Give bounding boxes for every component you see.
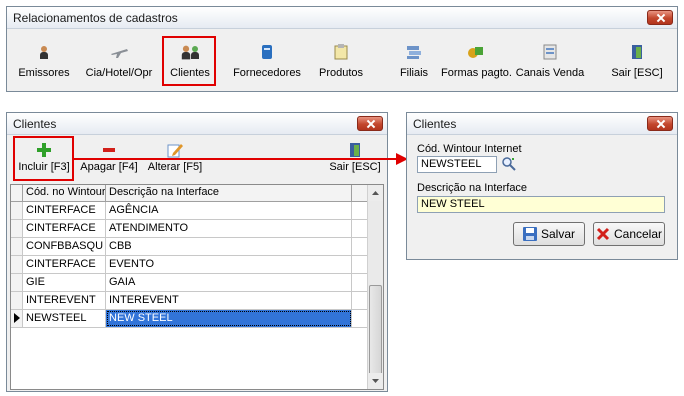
toolbar-formas-pagto[interactable]: Formas pagto.: [441, 37, 512, 87]
toolbar-fornecedores[interactable]: Fornecedores: [231, 37, 303, 87]
cell-code[interactable]: CINTERFACE: [23, 256, 106, 273]
relacionamentos-window: Relacionamentos de cadastros Emissores C…: [6, 6, 678, 92]
row-indicator-header: [11, 185, 23, 201]
toolbar-label: Fornecedores: [233, 67, 301, 79]
table-row[interactable]: CINTERFACE ATENDIMENTO: [11, 220, 383, 238]
scroll-up-button[interactable]: [368, 185, 383, 201]
cell-code[interactable]: CONFBBASQU: [23, 238, 106, 255]
cell-description[interactable]: NEW STEEL: [106, 310, 352, 327]
table-row[interactable]: CINTERFACE AGÊNCIA: [11, 202, 383, 220]
close-button[interactable]: [357, 116, 383, 131]
toolbar-label: Canais Venda: [515, 67, 585, 79]
cell-code[interactable]: CINTERFACE: [23, 202, 106, 219]
toolbar-label: Produtos: [318, 67, 364, 79]
toolbar-label: Cia/Hotel/Opr: [85, 67, 153, 79]
row-indicator[interactable]: [11, 238, 23, 255]
current-row-arrow-icon: [14, 313, 20, 323]
toolbar-sair[interactable]: Sair [ESC]: [607, 37, 667, 87]
cell-description[interactable]: GAIA: [106, 274, 352, 291]
table-row[interactable]: NEWSTEEL NEW STEEL: [11, 310, 383, 328]
table-row[interactable]: GIE GAIA: [11, 274, 383, 292]
exit-door-icon: [632, 45, 642, 59]
clientes-highlight: [162, 36, 216, 86]
toolbar-canais-venda[interactable]: Canais Venda: [515, 37, 585, 87]
toolbar-cia-hotel-opr[interactable]: Cia/Hotel/Opr: [81, 37, 157, 87]
toolbar-label: Sair [ESC]: [611, 67, 663, 79]
cell-description[interactable]: CBB: [106, 238, 352, 255]
row-indicator[interactable]: [11, 202, 23, 219]
close-button[interactable]: [647, 116, 673, 131]
save-button[interactable]: Salvar: [513, 222, 585, 246]
window-title: Clientes: [413, 116, 457, 131]
cancel-label: Cancelar: [613, 227, 663, 241]
row-indicator[interactable]: [11, 256, 23, 273]
main-toolbar: Emissores Cia/Hotel/Opr Clientes Fornece…: [7, 31, 677, 91]
clients-grid: Cód. no Wintour Descrição na Interface C…: [10, 184, 384, 390]
window-title: Relacionamentos de cadastros: [13, 10, 178, 25]
grid-header: Cód. no Wintour Descrição na Interface: [11, 185, 383, 202]
branches-icon: [407, 46, 421, 59]
table-row[interactable]: CONFBBASQU CBB: [11, 238, 383, 256]
toolbar-filiais[interactable]: Filiais: [393, 37, 435, 87]
table-row[interactable]: INTEREVENT INTEREVENT: [11, 292, 383, 310]
payment-icon: [468, 47, 483, 58]
toolbar-label: Emissores: [18, 67, 70, 79]
code-label: Cód. Wintour Internet: [417, 143, 522, 155]
toolbar-label: Formas pagto.: [441, 67, 512, 79]
cell-code[interactable]: GIE: [23, 274, 106, 291]
titlebar: Relacionamentos de cadastros: [7, 7, 677, 29]
supplier-icon: [262, 45, 272, 59]
row-indicator[interactable]: [11, 220, 23, 237]
cell-code[interactable]: INTEREVENT: [23, 292, 106, 309]
add-highlight: [13, 136, 74, 181]
cell-code[interactable]: CINTERFACE: [23, 220, 106, 237]
code-field[interactable]: NEWSTEEL: [417, 156, 497, 173]
cancel-x-icon: [596, 227, 610, 241]
cell-description[interactable]: ATENDIMENTO: [106, 220, 352, 237]
titlebar: Clientes: [7, 113, 387, 135]
description-label: Descrição na Interface: [417, 182, 528, 194]
vertical-scrollbar[interactable]: [367, 185, 383, 389]
connector-arrow: [72, 153, 408, 165]
titlebar: Clientes: [407, 113, 677, 135]
client-edit-window: Clientes Cód. Wintour Internet NEWSTEEL …: [406, 112, 678, 260]
scroll-thumb[interactable]: [369, 285, 382, 377]
close-button[interactable]: [647, 10, 673, 25]
cell-description[interactable]: INTEREVENT: [106, 292, 352, 309]
channels-icon: [543, 44, 557, 60]
cell-code[interactable]: NEWSTEEL: [23, 310, 106, 327]
save-label: Salvar: [540, 227, 575, 241]
scroll-down-button[interactable]: [368, 373, 383, 389]
cell-description[interactable]: EVENTO: [106, 256, 352, 273]
floppy-disk-icon: [522, 227, 537, 241]
row-indicator[interactable]: [11, 274, 23, 291]
airplane-icon: [111, 49, 128, 58]
toolbar-produtos[interactable]: Produtos: [313, 37, 369, 87]
people-icon: [40, 45, 48, 59]
window-title: Clientes: [13, 116, 57, 131]
table-row[interactable]: CINTERFACE EVENTO: [11, 256, 383, 274]
toolbar-label: Filiais: [399, 67, 429, 79]
clipboard-icon: [334, 44, 348, 60]
row-indicator[interactable]: [11, 292, 23, 309]
search-icon[interactable]: [501, 156, 517, 172]
row-indicator[interactable]: [11, 310, 23, 327]
cell-description[interactable]: AGÊNCIA: [106, 202, 352, 219]
column-header[interactable]: Cód. no Wintour: [23, 185, 106, 201]
description-field[interactable]: NEW STEEL: [417, 196, 665, 213]
column-header[interactable]: Descrição na Interface: [106, 185, 352, 201]
toolbar-emissores[interactable]: Emissores: [13, 37, 75, 87]
cancel-button[interactable]: Cancelar: [593, 222, 665, 246]
grid-body: CINTERFACE AGÊNCIA CINTERFACE ATENDIMENTO CO…: [11, 202, 383, 328]
